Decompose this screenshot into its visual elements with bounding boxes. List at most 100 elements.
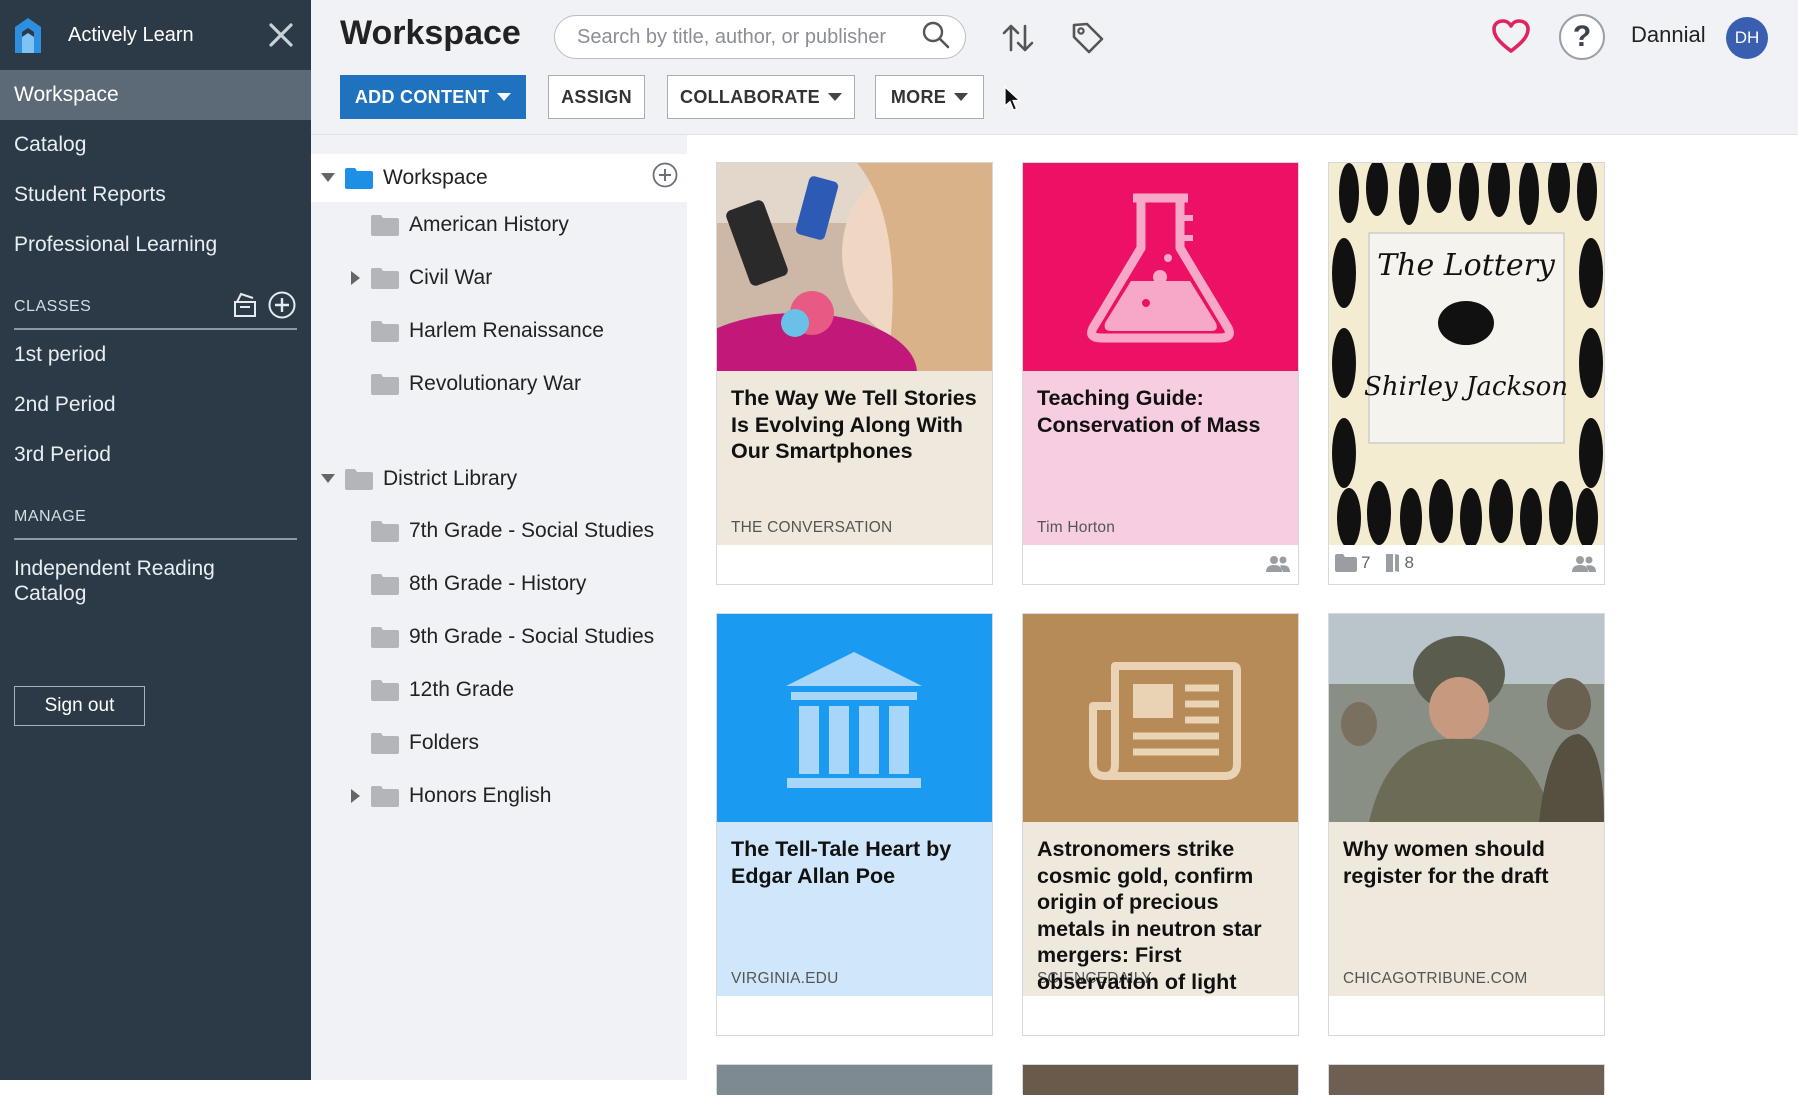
folder-icon — [345, 469, 373, 490]
username[interactable]: Dannial — [1631, 22, 1706, 48]
collaborate-label: COLLABORATE — [680, 86, 820, 107]
folder-icon — [371, 521, 399, 542]
class-item-3rd-period[interactable]: 3rd Period — [0, 430, 311, 480]
sidebar-item-student-reports[interactable]: Student Reports — [0, 170, 311, 220]
add-folder-icon[interactable] — [651, 161, 679, 195]
tree-root-workspace[interactable]: Workspace — [311, 154, 687, 202]
content-grid: The Way We Tell Stories Is Evolving Alon… — [687, 135, 1798, 1095]
search-icon[interactable] — [921, 20, 951, 55]
tag-icon[interactable] — [1068, 18, 1108, 58]
chevron-down-icon — [954, 93, 969, 101]
sidebar-nav: Workspace Catalog Student Reports Profes… — [0, 70, 311, 270]
folder-tree: Workspace American History Civil War Har… — [311, 135, 687, 1080]
folder-icon — [371, 627, 399, 648]
more-label: MORE — [890, 86, 947, 107]
help-icon[interactable]: ? — [1559, 14, 1605, 60]
chevron-down-icon — [497, 93, 512, 101]
card-footer: 7 8 — [1329, 545, 1604, 584]
cover-title: The Lottery — [1377, 248, 1556, 283]
search-box — [554, 15, 966, 59]
card-thumbnail-photo — [1329, 1065, 1604, 1095]
classes-label: CLASSES — [14, 298, 92, 315]
content-card[interactable]: The Tell-Tale Heart by Edgar Allan Poe V… — [716, 613, 993, 1036]
tree-root-district-library[interactable]: District Library — [311, 455, 687, 503]
more-button[interactable]: MORE — [875, 75, 984, 119]
card-thumbnail-photo — [717, 1065, 992, 1095]
tree-label: Civil War — [409, 266, 493, 289]
card-thumbnail-photo — [717, 163, 992, 371]
tree-item-civil-war[interactable]: Civil War — [311, 254, 687, 302]
content-card[interactable] — [1328, 1064, 1605, 1095]
newspaper-icon — [1023, 614, 1298, 822]
content-card[interactable]: The Way We Tell Stories Is Evolving Alon… — [716, 162, 993, 585]
cover-author: Shirley Jackson — [1364, 372, 1568, 402]
classes-section-header: CLASSES — [14, 270, 297, 330]
folder-icon — [371, 321, 399, 342]
card-source: CHICAGOTRIBUNE.COM — [1343, 970, 1528, 987]
content-card[interactable] — [1022, 1064, 1299, 1095]
tree-item-8th-grade-history[interactable]: 8th Grade - History — [311, 560, 687, 608]
card-title: The Tell-Tale Heart by Edgar Allan Poe — [731, 837, 952, 888]
page-title: Workspace — [340, 14, 521, 52]
tree-item-revolutionary-war[interactable]: Revolutionary War — [311, 360, 687, 408]
card-body: Why women should register for the draft … — [1329, 822, 1604, 996]
card-footer — [717, 545, 992, 584]
card-body: The Tell-Tale Heart by Edgar Allan Poe V… — [717, 822, 992, 996]
expanded-caret-icon[interactable] — [315, 173, 341, 183]
book-count: 8 — [1404, 553, 1414, 572]
card-body: The Way We Tell Stories Is Evolving Alon… — [717, 371, 992, 545]
sidebar-item-professional-learning[interactable]: Professional Learning — [0, 220, 311, 270]
collapsed-caret-icon[interactable] — [341, 271, 371, 285]
app-name: Actively Learn — [68, 23, 194, 46]
content-card[interactable]: Astronomers strike cosmic gold, confirm … — [1022, 613, 1299, 1036]
tree-item-honors-english[interactable]: Honors English — [311, 772, 687, 820]
card-title: The Way We Tell Stories Is Evolving Alon… — [731, 386, 977, 463]
sidebar-item-workspace[interactable]: Workspace — [0, 70, 311, 120]
add-class-icon[interactable] — [267, 290, 297, 325]
card-source: THE CONVERSATION — [731, 519, 893, 536]
sidebar: Actively Learn Workspace Catalog Student… — [0, 0, 311, 1080]
class-item-1st-period[interactable]: 1st period — [0, 330, 311, 380]
tree-item-9th-grade-social-studies[interactable]: 9th Grade - Social Studies — [311, 613, 687, 661]
tree-label: Folders — [409, 731, 480, 754]
content-card[interactable]: The Lottery Shirley Jackson 7 8 — [1328, 162, 1605, 585]
content-card[interactable]: Teaching Guide: Conservation of Mass Tim… — [1022, 162, 1299, 585]
card-cover-lottery: The Lottery Shirley Jackson — [1329, 163, 1604, 545]
search-input[interactable] — [577, 25, 921, 49]
tree-label: Revolutionary War — [409, 372, 581, 395]
expanded-caret-icon[interactable] — [315, 474, 341, 484]
add-content-label: ADD CONTENT — [354, 86, 490, 107]
folder-icon — [371, 574, 399, 595]
favorites-heart-icon[interactable] — [1489, 16, 1533, 56]
card-footer — [717, 996, 992, 1035]
tree-label: American History — [409, 213, 569, 236]
collaborate-button[interactable]: COLLABORATE — [667, 75, 855, 119]
content-card[interactable] — [716, 1064, 993, 1095]
sign-out-button[interactable]: Sign out — [14, 686, 145, 726]
folder-icon — [371, 215, 399, 236]
avatar[interactable]: DH — [1726, 17, 1768, 59]
collapsed-caret-icon[interactable] — [341, 789, 371, 803]
add-content-button[interactable]: ADD CONTENT — [340, 75, 526, 119]
tree-item-folders[interactable]: Folders — [311, 719, 687, 767]
class-item-2nd-period[interactable]: 2nd Period — [0, 380, 311, 430]
close-sidebar-icon[interactable] — [263, 17, 299, 53]
tree-item-harlem-renaissance[interactable]: Harlem Renaissance — [311, 307, 687, 355]
card-source: Tim Horton — [1037, 519, 1116, 536]
tree-item-american-history[interactable]: American History — [311, 201, 687, 249]
tree-item-7th-grade-social-studies[interactable]: 7th Grade - Social Studies — [311, 507, 687, 555]
manage-item-independent-reading-catalog[interactable]: Independent Reading Catalog — [0, 546, 260, 616]
archive-classes-icon[interactable] — [231, 291, 259, 324]
tree-label: District Library — [383, 467, 518, 490]
tree-item-12th-grade[interactable]: 12th Grade — [311, 666, 687, 714]
content-card[interactable]: Why women should register for the draft … — [1328, 613, 1605, 1036]
assign-button[interactable]: ASSIGN — [548, 75, 645, 119]
sort-icon[interactable] — [998, 18, 1038, 58]
card-title: Why women should register for the draft — [1343, 837, 1549, 888]
top-bar: Workspace ? Dannial DH ADD CONTENT ASSIG… — [311, 0, 1798, 135]
tree-label: 7th Grade - Social Studies — [409, 519, 655, 542]
card-source: VIRGINIA.EDU — [731, 970, 839, 987]
tree-label: Workspace — [383, 166, 488, 189]
sidebar-item-catalog[interactable]: Catalog — [0, 120, 311, 170]
card-thumbnail-photo — [1329, 614, 1604, 822]
